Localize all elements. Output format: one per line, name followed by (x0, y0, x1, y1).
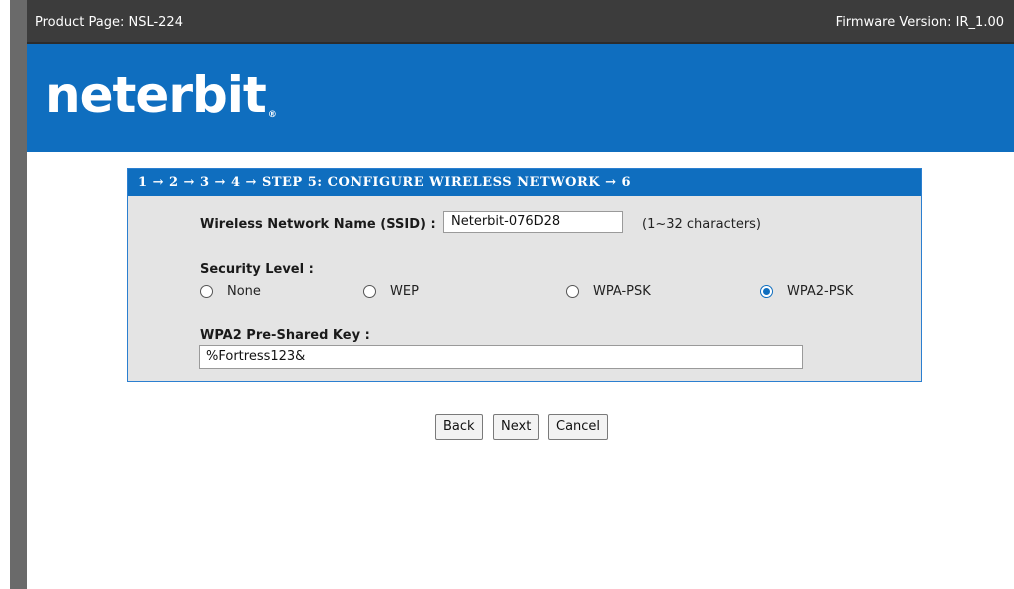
radio-wpa2-psk-label: WPA2-PSK (787, 284, 854, 299)
radio-option-none[interactable]: None (200, 284, 261, 299)
security-level-radio-group: None WEP WPA-PSK WPA2-PSK (200, 284, 900, 304)
wireless-config-panel: 1 → 2 → 3 → 4 → STEP 5: CONFIGURE WIRELE… (127, 168, 922, 382)
router-setup-page: Product Page: NSL-224 Firmware Version: … (27, 0, 1014, 589)
product-page-label: Product Page: NSL-224 (35, 15, 183, 30)
security-level-label: Security Level : (200, 262, 314, 277)
wizard-steps-header: 1 → 2 → 3 → 4 → STEP 5: CONFIGURE WIRELE… (128, 169, 921, 196)
radio-wpa-psk[interactable] (566, 285, 579, 298)
radio-wep-label: WEP (390, 284, 419, 299)
ssid-input[interactable]: Neterbit-076D28 (443, 211, 623, 233)
radio-wpa2-psk[interactable] (760, 285, 773, 298)
back-button[interactable]: Back (435, 414, 483, 440)
ssid-label: Wireless Network Name (SSID) : (200, 217, 436, 232)
ssid-hint: (1~32 characters) (642, 217, 762, 232)
psk-label: WPA2 Pre-Shared Key : (200, 328, 370, 343)
radio-none-label: None (227, 284, 261, 299)
brand-banner: neterbit ® (27, 44, 1014, 152)
firmware-version-label: Firmware Version: IR_1.00 (835, 15, 1004, 30)
left-side-stripe (10, 0, 27, 589)
neterbit-logo: neterbit ® (45, 70, 277, 120)
radio-option-wep[interactable]: WEP (363, 284, 419, 299)
logo-text: neterbit (45, 66, 267, 124)
next-button[interactable]: Next (493, 414, 540, 440)
cancel-button[interactable]: Cancel (548, 414, 609, 440)
left-margin (0, 0, 10, 589)
radio-wpa-psk-label: WPA-PSK (593, 284, 651, 299)
radio-option-wpa-psk[interactable]: WPA-PSK (566, 284, 651, 299)
psk-input[interactable]: %Fortress123& (199, 345, 803, 369)
radio-option-wpa2-psk[interactable]: WPA2-PSK (760, 284, 853, 299)
top-bar: Product Page: NSL-224 Firmware Version: … (27, 0, 1014, 44)
radio-none[interactable] (200, 285, 213, 298)
radio-wep[interactable] (363, 285, 376, 298)
logo-registered-mark: ® (267, 110, 277, 120)
